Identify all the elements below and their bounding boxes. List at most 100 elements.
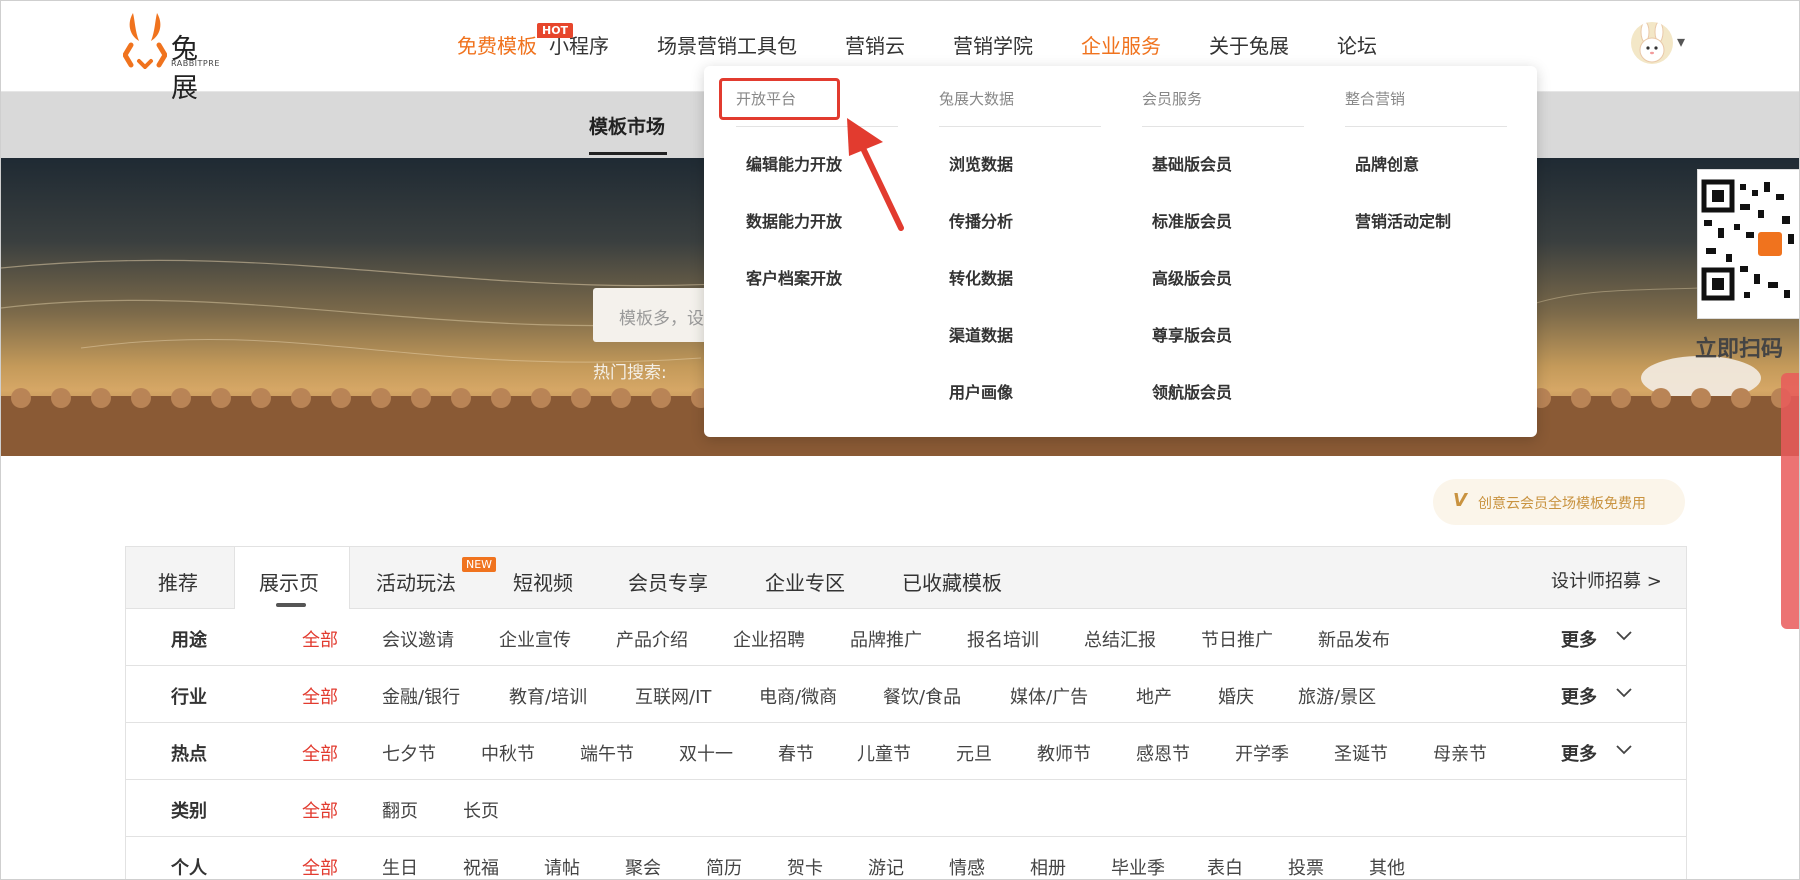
dropdown-item-premium-member[interactable]: 尊享版会员 (1152, 322, 1232, 346)
filter-item[interactable]: 报名培训 (967, 626, 1039, 652)
filter-item[interactable]: 教师节 (1037, 740, 1091, 766)
vip-promo-pill[interactable]: V 创意云会员全场模板免费用 (1433, 479, 1685, 525)
dropdown-item-brand-creative[interactable]: 品牌创意 (1355, 151, 1419, 175)
filter-item[interactable]: 简历 (706, 854, 742, 879)
filter-more[interactable]: 更多 (1561, 740, 1597, 766)
dropdown-item-campaign-customization[interactable]: 营销活动定制 (1355, 208, 1451, 232)
filter-item[interactable]: 祝福 (463, 854, 499, 879)
chevron-down-icon[interactable] (1614, 682, 1634, 702)
dropdown-item-advanced-member[interactable]: 高级版会员 (1152, 265, 1232, 289)
filter-item[interactable]: 总结汇报 (1084, 626, 1156, 652)
user-avatar[interactable] (1631, 22, 1673, 64)
filter-item[interactable]: 生日 (382, 854, 418, 879)
dropdown-item-customer-profile-api[interactable]: 客户档案开放 (746, 265, 842, 289)
filter-item[interactable]: 其他 (1369, 854, 1405, 879)
filter-item[interactable]: 儿童节 (857, 740, 911, 766)
filter-item[interactable]: 会议邀请 (382, 626, 454, 652)
filter-item[interactable]: 地产 (1136, 683, 1172, 709)
tab-recommend[interactable]: 推荐 (158, 567, 198, 596)
avatar-dropdown-caret-icon[interactable]: ▾ (1677, 32, 1685, 51)
nav-forum[interactable]: 论坛 (1337, 30, 1377, 59)
dropdown-item-pilot-member[interactable]: 领航版会员 (1152, 379, 1232, 403)
filter-item[interactable]: 品牌推广 (850, 626, 922, 652)
dropdown-heading-big-data[interactable]: 兔展大数据 (939, 88, 1014, 109)
dropdown-item-basic-member[interactable]: 基础版会员 (1152, 151, 1232, 175)
filter-item[interactable]: 圣诞节 (1334, 740, 1388, 766)
filter-item[interactable]: 互联网/IT (635, 683, 711, 709)
filter-item[interactable]: 母亲节 (1433, 740, 1487, 766)
filter-row-personal: 个人 全部 生日 祝福 请帖 聚会 简历 贺卡 游记 情感 相册 毕业季 表白 … (126, 837, 1686, 879)
filter-item[interactable]: 中秋节 (481, 740, 535, 766)
filter-all[interactable]: 全部 (302, 797, 338, 823)
dropdown-item-data-api[interactable]: 数据能力开放 (746, 208, 842, 232)
nav-marketing-cloud[interactable]: 营销云 (845, 30, 905, 59)
filter-row-purpose: 用途 全部 会议邀请 企业宣传 产品介绍 企业招聘 品牌推广 报名培训 总结汇报… (126, 609, 1686, 666)
filter-item[interactable]: 长页 (463, 797, 499, 823)
dropdown-heading-integrated-marketing[interactable]: 整合营销 (1345, 88, 1405, 109)
active-tab-indicator (276, 603, 306, 607)
filter-item[interactable]: 春节 (778, 740, 814, 766)
tab-member-exclusive[interactable]: 会员专享 (628, 567, 708, 596)
filter-item[interactable]: 企业宣传 (499, 626, 571, 652)
filter-item[interactable]: 元旦 (956, 740, 992, 766)
dropdown-item-spread-analysis[interactable]: 传播分析 (949, 208, 1013, 232)
filter-item[interactable]: 餐饮/食品 (883, 683, 961, 709)
dropdown-item-standard-member[interactable]: 标准版会员 (1152, 208, 1232, 232)
dropdown-item-browse-data[interactable]: 浏览数据 (949, 151, 1013, 175)
filter-item[interactable]: 端午节 (580, 740, 634, 766)
filter-item[interactable]: 七夕节 (382, 740, 436, 766)
filter-item[interactable]: 金融/银行 (382, 683, 460, 709)
designer-recruit-link[interactable]: 设计师招募 > (1551, 567, 1662, 593)
tab-enterprise-zone[interactable]: 企业专区 (765, 567, 845, 596)
filter-all[interactable]: 全部 (302, 854, 338, 879)
filter-more[interactable]: 更多 (1561, 683, 1597, 709)
filter-item[interactable]: 旅游/景区 (1298, 683, 1376, 709)
dropdown-item-channel-data[interactable]: 渠道数据 (949, 322, 1013, 346)
filter-item[interactable]: 电商/微商 (759, 683, 837, 709)
filter-item[interactable]: 媒体/广告 (1010, 683, 1088, 709)
filter-item[interactable]: 开学季 (1235, 740, 1289, 766)
filter-item[interactable]: 企业招聘 (733, 626, 805, 652)
nav-free-templates[interactable]: 免费模板 (457, 30, 537, 59)
filter-more[interactable]: 更多 (1561, 626, 1597, 652)
filter-item[interactable]: 贺卡 (787, 854, 823, 879)
nav-scene-marketing-kit[interactable]: 场景营销工具包 (657, 30, 797, 59)
side-floating-tab[interactable] (1781, 373, 1799, 629)
dropdown-heading-open-platform[interactable]: 开放平台 (736, 88, 796, 109)
dropdown-heading-membership[interactable]: 会员服务 (1142, 88, 1202, 109)
tab-short-video[interactable]: 短视频 (513, 567, 573, 596)
chevron-down-icon[interactable] (1614, 625, 1634, 645)
filter-item[interactable]: 相册 (1030, 854, 1066, 879)
filter-item[interactable]: 感恩节 (1136, 740, 1190, 766)
filter-item[interactable]: 表白 (1207, 854, 1243, 879)
filter-item[interactable]: 投票 (1288, 854, 1324, 879)
dropdown-item-conversion-data[interactable]: 转化数据 (949, 265, 1013, 289)
filter-all[interactable]: 全部 (302, 740, 338, 766)
logo-subtext: RABBITPRE (171, 59, 220, 68)
filter-item[interactable]: 节日推广 (1201, 626, 1273, 652)
filter-item[interactable]: 毕业季 (1111, 854, 1165, 879)
filter-item[interactable]: 新品发布 (1318, 626, 1390, 652)
dropdown-item-edit-api[interactable]: 编辑能力开放 (746, 151, 842, 175)
filter-item[interactable]: 请帖 (544, 854, 580, 879)
tab-display-page[interactable]: 展示页 (259, 567, 319, 596)
filter-item[interactable]: 情感 (949, 854, 985, 879)
tab-activity-play[interactable]: 活动玩法 (376, 567, 456, 596)
filter-all[interactable]: 全部 (302, 683, 338, 709)
filter-item[interactable]: 双十一 (679, 740, 733, 766)
chevron-down-icon[interactable] (1614, 739, 1634, 759)
tab-template-market[interactable]: 模板市场 (589, 112, 665, 139)
site-logo[interactable]: 兔展 RABBITPRE (123, 11, 223, 104)
nav-enterprise-services[interactable]: 企业服务 (1081, 30, 1161, 59)
filter-item[interactable]: 翻页 (382, 797, 418, 823)
filter-item[interactable]: 婚庆 (1218, 683, 1254, 709)
filter-item[interactable]: 产品介绍 (616, 626, 688, 652)
tab-saved-templates[interactable]: 已收藏模板 (902, 567, 1002, 596)
filter-item[interactable]: 游记 (868, 854, 904, 879)
nav-about[interactable]: 关于兔展 (1209, 30, 1289, 59)
filter-item[interactable]: 聚会 (625, 854, 661, 879)
filter-all[interactable]: 全部 (302, 626, 338, 652)
dropdown-item-user-persona[interactable]: 用户画像 (949, 379, 1013, 403)
nav-marketing-academy[interactable]: 营销学院 (953, 30, 1033, 59)
filter-item[interactable]: 教育/培训 (509, 683, 587, 709)
